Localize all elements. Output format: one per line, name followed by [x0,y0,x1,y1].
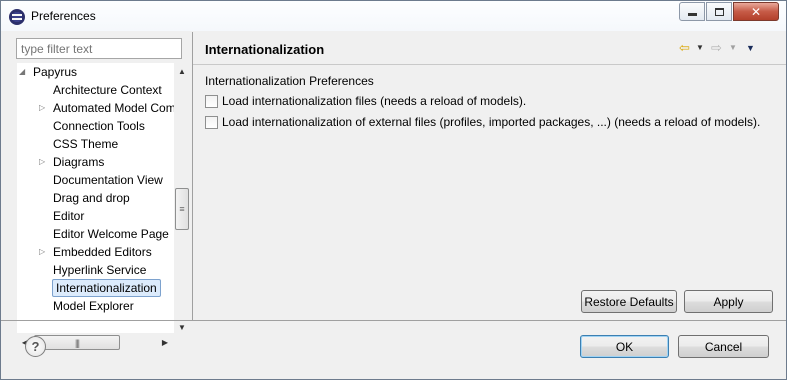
maximize-button[interactable] [706,2,732,21]
close-icon: ✕ [750,4,762,19]
collapsed-arrow-icon[interactable]: ▷ [39,243,49,261]
restore-defaults-button[interactable]: Restore Defaults [581,290,677,313]
tree-vertical-scrollbar[interactable]: ▲ ≡ ▼ [174,63,190,335]
preference-page: Internationalization ⇦ ▼ ⇨ ▼ ▼ Internati… [193,32,786,321]
maximize-icon [714,7,724,16]
tree-item[interactable]: ▷ Diagrams [17,153,182,171]
tree-item-label: CSS Theme [53,137,119,151]
forward-history-dropdown-icon[interactable]: ▼ [729,40,737,56]
tree-item[interactable]: Internationalization [17,279,182,297]
tree-item[interactable]: ◢ Papyrus [17,63,182,81]
tree-item-label: Connection Tools [53,119,145,133]
help-icon[interactable]: ? [25,336,46,357]
tree-item-label: Hyperlink Service [53,263,147,277]
forward-arrow-icon[interactable]: ⇨ [711,40,722,56]
view-menu-icon[interactable]: ▼ [746,40,755,56]
collapsed-arrow-icon[interactable]: ▷ [39,153,49,171]
minimize-icon [687,13,697,16]
minimize-button[interactable] [679,2,705,21]
tree-item-label: Automated Model Completion [53,101,182,115]
checkbox-label: Load internationalization of external fi… [222,115,761,129]
tree-item-label: Architecture Context [53,83,162,97]
load-internationalization-checkbox-row[interactable]: Load internationalization files (needs a… [205,93,526,109]
tree-item-label: Documentation View [53,173,163,187]
tree-item[interactable]: Documentation View [17,171,182,189]
expanded-arrow-icon[interactable]: ◢ [19,63,29,81]
tree-item-label: Diagrams [53,155,105,169]
eclipse-app-icon [9,9,25,25]
vertical-scroll-thumb[interactable]: ≡ [175,188,189,230]
tree-item[interactable]: CSS Theme [17,135,182,153]
tree-item[interactable]: Architecture Context [17,81,182,99]
scroll-up-arrow-icon[interactable]: ▲ [174,63,190,79]
title-separator [193,64,786,65]
apply-button[interactable]: Apply [684,290,773,313]
tree-item[interactable]: Model Explorer [17,297,182,315]
tree-item[interactable]: ▷ Embedded Editors [17,243,182,261]
load-external-internationalization-checkbox-row[interactable]: Load internationalization of external fi… [205,114,760,130]
page-title: Internationalization [205,42,325,57]
filter-input[interactable] [16,38,182,59]
scroll-right-arrow-icon[interactable]: ▶ [157,334,173,351]
tree-item[interactable]: Hyperlink Service [17,261,182,279]
back-history-dropdown-icon[interactable]: ▼ [696,40,704,56]
section-label: Internationalization Preferences [205,74,374,88]
footer-separator [1,320,786,321]
collapsed-arrow-icon[interactable]: ▷ [39,99,49,117]
tree-item-label: Embedded Editors [53,245,152,259]
tree-item-label: Model Explorer [53,299,134,313]
tree-item[interactable]: Editor [17,207,182,225]
tree-item[interactable]: Drag and drop [17,189,182,207]
cancel-button[interactable]: Cancel [678,335,769,358]
tree-item-label: Drag and drop [53,191,130,205]
window-title: Preferences [31,9,96,23]
back-arrow-icon[interactable]: ⇦ [679,40,690,56]
preference-navigation-pane: ◢ Papyrus Architecture Context ▷ Automated M… [9,32,190,351]
load-internationalization-checkbox[interactable] [205,94,218,108]
tree-item-label: Internationalization [52,279,161,297]
tree-item[interactable]: Editor Welcome Page [17,225,182,243]
scroll-down-arrow-icon[interactable]: ▼ [174,319,190,335]
preferences-window: Preferences ✕ ◢ Papyrus Architecture Conte… [0,0,787,380]
load-external-internationalization-checkbox[interactable] [205,115,218,129]
tree-item[interactable]: ▷ Automated Model Completion [17,99,182,117]
horizontal-scroll-thumb[interactable]: ||| [34,335,120,350]
preference-tree[interactable]: ◢ Papyrus Architecture Context ▷ Automated M… [17,63,182,333]
tree-item[interactable]: Connection Tools [17,117,182,135]
ok-button[interactable]: OK [580,335,669,358]
close-button[interactable]: ✕ [733,2,779,21]
tree-item-label: Editor [53,209,85,223]
tree-item-label: Editor Welcome Page [53,227,169,241]
title-bar[interactable]: Preferences ✕ [1,1,786,31]
tree-item-label: Papyrus [33,65,78,79]
checkbox-label: Load internationalization files (needs a… [222,94,527,108]
